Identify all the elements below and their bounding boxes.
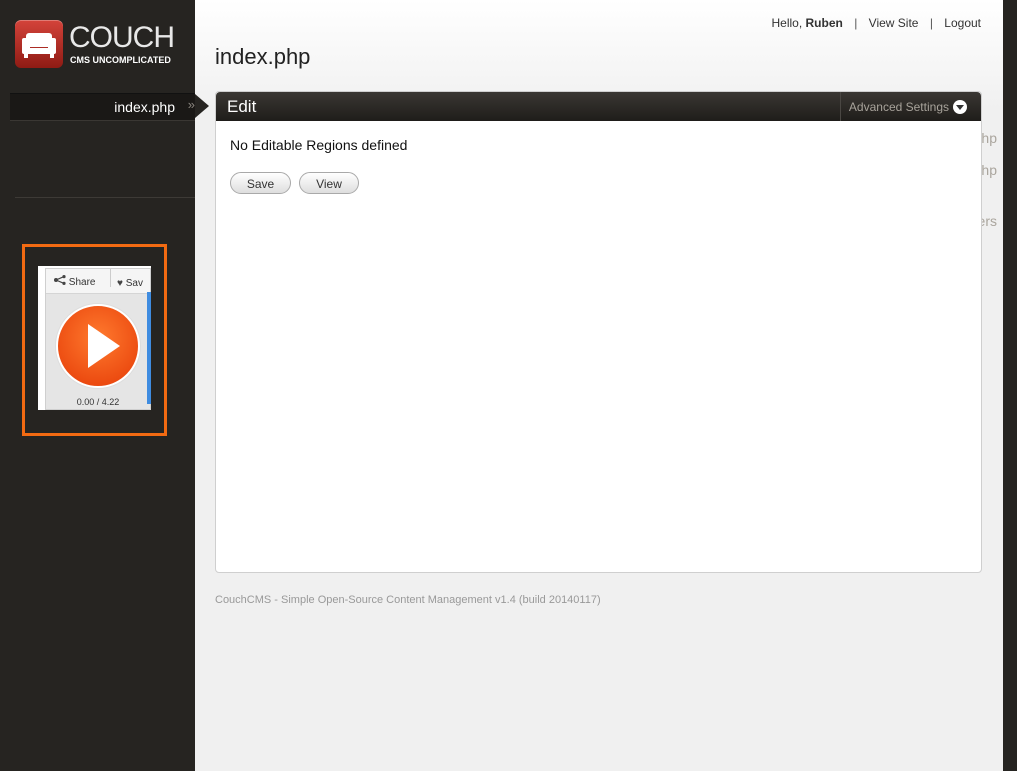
player-side-edge (147, 292, 151, 404)
playback-time: 0.00 / 4.22 (76, 397, 120, 407)
logout-link[interactable]: Logout (944, 16, 981, 30)
view-button[interactable]: View (299, 172, 359, 194)
logo[interactable]: COUCH CMS UNCOMPLICATED (15, 20, 180, 70)
empty-message: No Editable Regions defined (230, 137, 408, 153)
save-label: Sav (125, 278, 143, 289)
sidebar-divider (15, 197, 195, 198)
user-bar: Hello, Ruben | View Site | Logout (771, 16, 981, 30)
advanced-settings-label: Advanced Settings (848, 100, 949, 114)
couch-logo-icon (15, 20, 63, 68)
play-button[interactable] (56, 304, 140, 388)
panel-header: Edit Advanced Settings (216, 92, 981, 121)
username: Ruben (805, 16, 843, 30)
brand-name: COUCH (69, 21, 175, 54)
active-pointer (195, 94, 209, 118)
player-toolbar: Share ♥ Sav (46, 269, 150, 294)
chevron-right-icon: » (187, 97, 195, 112)
audio-player-widget[interactable]: Share ♥ Sav 0.00 / 4.22 (38, 266, 151, 410)
right-edge-strip (1003, 0, 1017, 771)
share-label: Share (68, 277, 96, 288)
footer-text: CouchCMS - Simple Open-Source Content Ma… (215, 594, 601, 606)
chevron-down-icon (953, 99, 967, 114)
play-icon (88, 324, 120, 368)
page-title: index.php (215, 44, 311, 69)
edit-panel: Edit Advanced Settings No Editable Regio… (215, 91, 982, 573)
separator: | (854, 16, 858, 30)
sidebar-item-label: index.php (114, 99, 175, 115)
heart-icon: ♥ (117, 278, 123, 289)
sidebar-item-index[interactable]: index.php » (10, 93, 195, 121)
separator: | (929, 16, 933, 30)
advanced-settings-dropdown[interactable]: Advanced Settings (839, 92, 981, 121)
share-button[interactable]: Share (54, 275, 95, 288)
save-heart-button[interactable]: ♥ Sav (110, 269, 143, 289)
panel-title: Edit (227, 97, 257, 116)
view-site-link[interactable]: View Site (869, 16, 919, 30)
save-button[interactable]: Save (230, 172, 291, 194)
brand-tagline: CMS UNCOMPLICATED (70, 55, 171, 65)
greeting-text: Hello, (771, 16, 803, 30)
share-icon (54, 275, 69, 288)
player-body: Share ♥ Sav 0.00 / 4.22 (45, 268, 151, 410)
